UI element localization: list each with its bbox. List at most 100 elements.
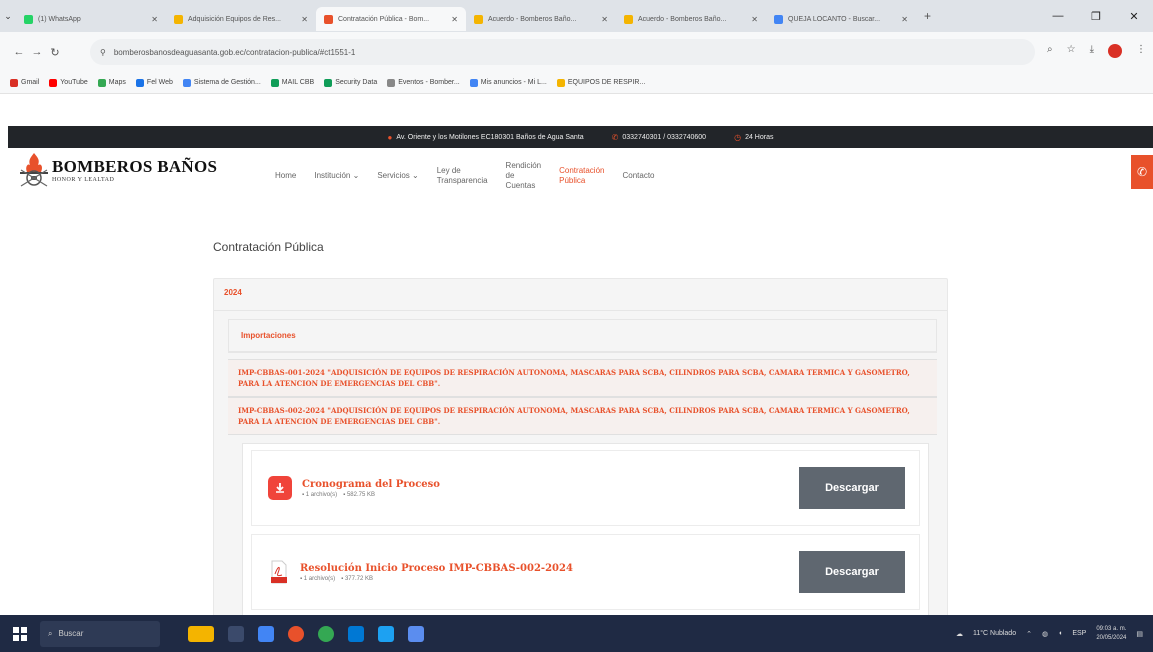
file-info: Cronograma del Proceso ▪ 1 archivo(s) ▪ 58… bbox=[302, 479, 799, 498]
nav-item[interactable]: Institución ⌄ bbox=[305, 171, 368, 181]
tray-chevron-icon[interactable]: ⌃ bbox=[1026, 630, 1032, 638]
category-accordion-header[interactable]: Importaciones bbox=[229, 320, 936, 352]
toolbar-icons: ⌕ ☆ ⤓ ⋮ bbox=[1047, 44, 1146, 58]
system-tray: ☁ 11°C Nublado ⌃ ◍ ◖ ESP 09:03 a. m. 20/… bbox=[956, 615, 1143, 652]
nav-item[interactable]: Contacto bbox=[613, 171, 663, 181]
menu-dots-icon[interactable]: ⋮ bbox=[1136, 44, 1146, 58]
bookmark-item[interactable]: Security Data bbox=[324, 78, 377, 87]
bookmark-item[interactable]: YouTube bbox=[49, 78, 88, 87]
bookmark-label: Mis anuncios - Mi L... bbox=[480, 79, 547, 86]
bookmarks-bar: Gmail YouTube Maps Fel Web Sistema de Gestió… bbox=[0, 72, 1153, 94]
bookmark-label: Sistema de Gestión... bbox=[193, 79, 261, 86]
nav-item[interactable]: Ley de Transparencia bbox=[428, 166, 497, 186]
tab-close-icon[interactable]: ✕ bbox=[601, 15, 608, 24]
download-button[interactable]: Descargar bbox=[799, 467, 905, 509]
nav-item[interactable]: Rendición de Cuentas bbox=[497, 161, 551, 191]
chevron-down-icon: ⌄ bbox=[412, 171, 419, 180]
reload-icon[interactable]: ↻ bbox=[46, 46, 64, 59]
file-explorer-icon[interactable] bbox=[258, 625, 274, 642]
close-icon[interactable]: ✕ bbox=[1115, 10, 1153, 23]
store-icon[interactable] bbox=[348, 625, 364, 642]
new-tab-button[interactable]: + bbox=[924, 9, 931, 23]
bookmark-item[interactable]: MAIL CBB bbox=[270, 78, 314, 87]
url-input[interactable]: ⚲ bomberosbanosdeaguasanta.gob.ec/contra… bbox=[90, 39, 1035, 65]
chrome-icon[interactable] bbox=[318, 625, 334, 642]
nav-item-label: Contratación Pública bbox=[559, 166, 605, 185]
call-button[interactable]: ✆ bbox=[1131, 155, 1153, 189]
taskbar-search-placeholder: Buscar bbox=[58, 629, 84, 638]
browser-tab[interactable]: Acuerdo - Bomberos Baño... ✕ bbox=[616, 7, 766, 31]
language-indicator[interactable]: ESP bbox=[1072, 630, 1086, 637]
profile-avatar[interactable] bbox=[1108, 44, 1122, 58]
main-nav: Home Institución ⌄ Servicios ⌄ Ley de Trans… bbox=[266, 148, 664, 204]
hours-info: ◷ 24 Horas bbox=[734, 133, 773, 142]
bookmark-item[interactable]: Gmail bbox=[10, 78, 40, 87]
widgets-icon[interactable] bbox=[188, 625, 214, 642]
nav-item[interactable]: Servicios ⌄ bbox=[368, 171, 427, 181]
tab-close-icon[interactable]: ✕ bbox=[151, 15, 158, 24]
minimize-icon[interactable]: — bbox=[1039, 10, 1077, 22]
os-taskbar: ⌕ Buscar ☁ 11°C Nublado ⌃ ◍ ◖ ESP 09:03 … bbox=[0, 615, 1153, 652]
nav-item[interactable]: Home bbox=[266, 171, 305, 181]
weather-icon: ☁ bbox=[955, 630, 963, 638]
process-item[interactable]: IMP-CBBAS-002-2024 "ADQUISICIÓN DE EQUIP… bbox=[228, 397, 937, 435]
bookmark-item[interactable]: Mis anuncios - Mi L... bbox=[469, 78, 547, 87]
bookmark-item[interactable]: Maps bbox=[97, 78, 126, 87]
edge-icon[interactable] bbox=[378, 625, 394, 642]
nav-item[interactable]: Contratación Pública bbox=[550, 166, 613, 186]
tab-close-icon[interactable]: ✕ bbox=[451, 15, 458, 24]
download-icon[interactable]: ⤓ bbox=[1090, 44, 1094, 58]
file-title[interactable]: Resolución Inicio Proceso IMP-CBBAS-002-… bbox=[300, 563, 799, 574]
tab-search-icon[interactable]: ⌄ bbox=[0, 11, 16, 22]
clock[interactable]: 09:03 a. m. 20/05/2024 bbox=[1096, 625, 1126, 643]
file-title[interactable]: Cronograma del Proceso bbox=[302, 479, 799, 490]
app-icon[interactable] bbox=[408, 625, 424, 642]
bookmark-favicon-icon bbox=[49, 78, 58, 87]
browser-tab[interactable]: Adquisición Equipos de Res... ✕ bbox=[166, 7, 316, 31]
tab-close-icon[interactable]: ✕ bbox=[751, 15, 758, 24]
zoom-icon[interactable]: ⌕ bbox=[1047, 44, 1053, 58]
bookmark-item[interactable]: Fel Web bbox=[135, 78, 173, 87]
bookmark-item[interactable]: Eventos - Bomber... bbox=[387, 78, 460, 87]
phone-text: 0332740301 / 0332740600 bbox=[622, 133, 707, 141]
bookmark-star-icon[interactable]: ☆ bbox=[1067, 44, 1076, 58]
task-view-icon[interactable] bbox=[228, 625, 244, 642]
tab-close-icon[interactable]: ✕ bbox=[301, 15, 308, 24]
tab-favicon-icon bbox=[774, 14, 783, 24]
bookmark-item[interactable]: EQUIPOS DE RESPIR... bbox=[556, 78, 645, 87]
browser-tab[interactable]: (1) WhatsApp ✕ bbox=[16, 7, 166, 31]
address-info: ● Av. Oriente y los Motilones EC180301 Ba… bbox=[388, 133, 584, 142]
year-accordion-header[interactable]: 2024 bbox=[214, 279, 947, 311]
bookmark-label: Gmail bbox=[21, 79, 40, 86]
forward-icon[interactable]: → bbox=[28, 46, 46, 58]
download-button[interactable]: Descargar bbox=[799, 551, 905, 593]
taskbar-search-input[interactable]: ⌕ Buscar bbox=[40, 620, 160, 647]
bookmark-favicon-icon bbox=[182, 78, 191, 87]
process-item[interactable]: IMP-CBBAS-001-2024 "ADQUISICIÓN DE EQUIP… bbox=[228, 359, 937, 397]
bookmark-item[interactable]: Sistema de Gestión... bbox=[182, 78, 261, 87]
tab-close-icon[interactable]: ✕ bbox=[901, 15, 908, 24]
browser-tab-bar: ⌄ (1) WhatsApp ✕ Adquisición Equipos de Re… bbox=[0, 0, 1153, 32]
address-bar-row: ← → ↻ ⚲ bomberosbanosdeaguasanta.gob.ec/… bbox=[0, 32, 1153, 72]
browser-tab[interactable]: QUEJA LOCANTO - Buscar... ✕ bbox=[766, 7, 916, 31]
windows-start-icon[interactable] bbox=[0, 626, 40, 641]
browser-tab[interactable]: Contratación Pública - Bom... ✕ bbox=[316, 7, 466, 31]
network-icon[interactable]: ◍ bbox=[1042, 630, 1048, 638]
tab-strip: (1) WhatsApp ✕ Adquisición Equipos de Res.… bbox=[16, 1, 916, 31]
bookmark-label: Maps bbox=[108, 79, 126, 86]
tab-favicon-icon bbox=[24, 14, 33, 24]
back-icon[interactable]: ← bbox=[10, 46, 28, 58]
weather-text[interactable]: 11°C Nublado bbox=[973, 630, 1016, 637]
tab-label: Acuerdo - Bomberos Baño... bbox=[488, 15, 577, 23]
site-info-icon[interactable]: ⚲ bbox=[100, 48, 106, 57]
notification-icon[interactable]: ▤ bbox=[1136, 630, 1143, 638]
tab-favicon-icon bbox=[174, 14, 183, 24]
site-logo[interactable]: BOMBEROS BAÑOS HONOR Y LEALTAD bbox=[18, 150, 217, 190]
location-icon: ● bbox=[387, 132, 393, 142]
maximize-icon[interactable]: ❐ bbox=[1077, 10, 1115, 23]
volume-icon[interactable]: ◖ bbox=[1058, 630, 1062, 637]
firefox-icon[interactable] bbox=[288, 625, 304, 642]
chevron-down-icon: ⌄ bbox=[352, 171, 360, 180]
browser-tab[interactable]: Acuerdo - Bomberos Baño... ✕ bbox=[466, 7, 616, 31]
file-size-text: 377.72 KB bbox=[344, 575, 373, 582]
